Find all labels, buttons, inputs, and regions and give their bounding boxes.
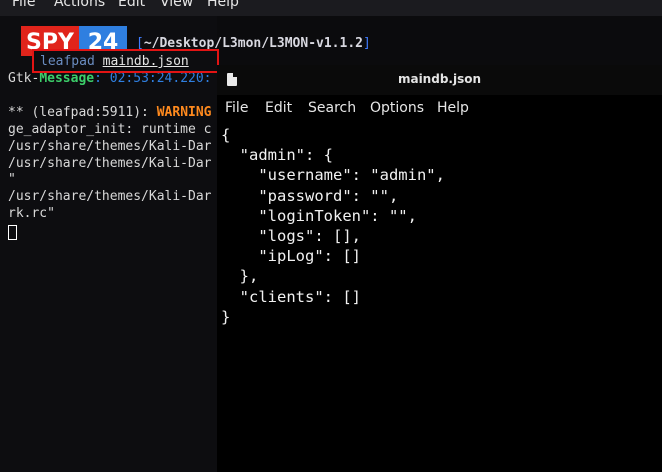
leafpad-titlebar[interactable]: maindb.json: [217, 65, 662, 95]
terminal-window[interactable]: Gtk-Message: 02:53:24.220: ** (leafpad:5…: [0, 16, 217, 472]
terminal-line-warning: ** (leafpad:5911): WARNING **: [8, 105, 212, 120]
leafpad-menu-search[interactable]: Search: [308, 100, 356, 116]
terminal-line: ge_adaptor_init: runtime c: [8, 122, 212, 137]
menu-edit[interactable]: Edit: [118, 0, 145, 10]
terminal-line-gtk: Gtk-Message: 02:53:24.220:: [8, 71, 212, 86]
terminal-line: /usr/share/themes/Kali-Dar: [8, 189, 212, 204]
editor-text-area[interactable]: { "admin": { "username": "admin", "passw…: [221, 125, 662, 472]
menu-file[interactable]: File: [12, 0, 35, 10]
leafpad-window[interactable]: maindb.json File Edit Search Options Hel…: [217, 65, 662, 472]
terminal-line: ": [8, 172, 16, 187]
terminal-line: /usr/share/themes/Kali-Dar: [8, 139, 212, 154]
terminal-menubar: File Actions Edit View Help: [0, 0, 662, 16]
menu-actions[interactable]: Actions: [54, 0, 105, 10]
menu-view[interactable]: View: [160, 0, 193, 10]
window-title: maindb.json: [397, 72, 482, 86]
terminal-cursor: [8, 225, 17, 240]
highlighted-command: leafpad maindb.json: [32, 49, 219, 73]
leafpad-menu-edit[interactable]: Edit: [265, 100, 292, 116]
leafpad-menu-help[interactable]: Help: [437, 100, 469, 116]
command-text: leafpad maindb.json: [40, 54, 189, 69]
terminal-line: rk.rc": [8, 206, 55, 221]
leafpad-menubar: File Edit Search Options Help: [217, 97, 662, 121]
menu-help[interactable]: Help: [207, 0, 239, 10]
terminal-line: /usr/share/themes/Kali-Dar: [8, 156, 212, 171]
leafpad-menu-file[interactable]: File: [225, 100, 248, 116]
leafpad-menu-options[interactable]: Options: [370, 100, 424, 116]
